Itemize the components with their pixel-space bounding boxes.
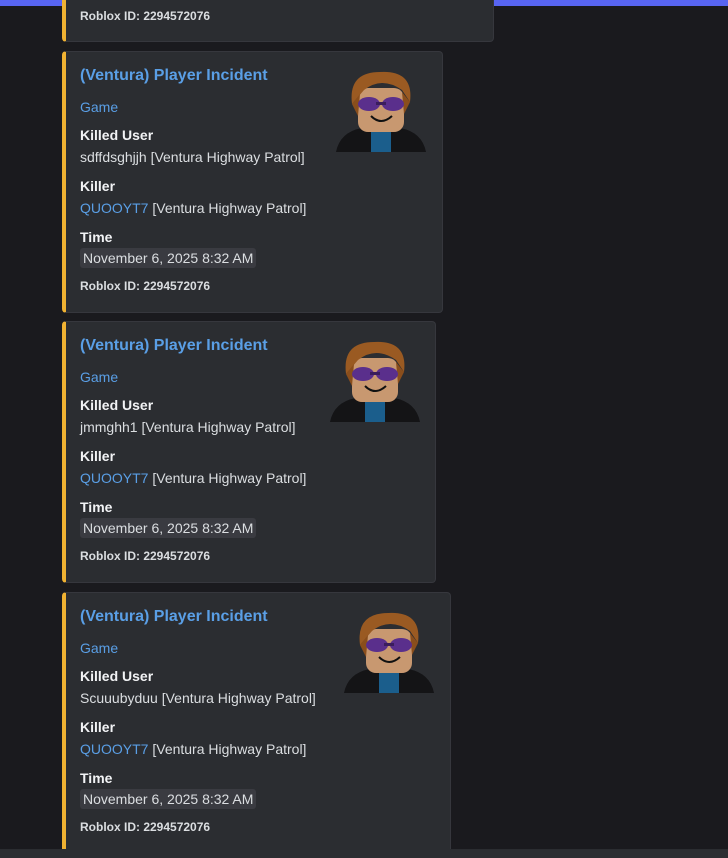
field-value-killed-user: Scuuubyduu [Ventura Highway Patrol] [80,690,316,706]
field-value-killed-user: sdffdsghjjh [Ventura Highway Patrol] [80,149,305,165]
field-value-killer: QUOOYT7 [Ventura Highway Patrol] [80,740,306,758]
chat-view: Roblox ID: 2294572076 (Ventura) Player I… [0,0,728,858]
field-name-killer: Killer [80,448,116,464]
field-value-time: November 6, 2025 8:32 AM [80,248,257,268]
killer-team: [Ventura Highway Patrol] [148,200,307,216]
field-name-time: Time [80,499,113,515]
embed-card-partial: Roblox ID: 2294572076 [62,0,494,42]
killer-team: [Ventura Highway Patrol] [148,741,307,757]
roblox-avatar-icon[interactable] [330,338,420,422]
field-name-killed-user: Killed User [80,397,154,413]
embed-card: (Ventura) Player Incident Game Killed Us… [62,321,436,583]
field-value-time: November 6, 2025 8:32 AM [80,518,257,538]
embed-card: (Ventura) Player Incident Game Killed Us… [62,51,443,313]
killer-name-link[interactable]: QUOOYT7 [80,741,148,757]
killer-name-link[interactable]: QUOOYT7 [80,200,148,216]
embed-title-link[interactable]: (Ventura) Player Incident [80,607,268,627]
field-name-killer: Killer [80,178,116,194]
embed-footer: Roblox ID: 2294572076 [80,279,211,293]
embed-title-link[interactable]: (Ventura) Player Incident [80,66,268,86]
field-name-time: Time [80,770,113,786]
timestamp[interactable]: November 6, 2025 8:32 AM [80,789,257,809]
embed-author-link[interactable]: Game [80,368,118,386]
roblox-avatar-icon[interactable] [344,609,434,693]
field-value-killer: QUOOYT7 [Ventura Highway Patrol] [80,469,306,487]
timestamp[interactable]: November 6, 2025 8:32 AM [80,248,257,268]
embed-title-link[interactable]: (Ventura) Player Incident [80,336,268,356]
field-value-time: November 6, 2025 8:32 AM [80,789,257,809]
roblox-avatar-icon[interactable] [336,68,426,152]
field-value-killer: QUOOYT7 [Ventura Highway Patrol] [80,199,306,217]
embed-footer: Roblox ID: 2294572076 [80,9,211,23]
embed-card: (Ventura) Player Incident Game Killed Us… [62,592,451,854]
embed-author-link[interactable]: Game [80,98,118,116]
killer-team: [Ventura Highway Patrol] [148,470,307,486]
timestamp[interactable]: November 6, 2025 8:32 AM [80,518,257,538]
field-name-killed-user: Killed User [80,127,154,143]
embed-author-link[interactable]: Game [80,639,118,657]
killer-name-link[interactable]: QUOOYT7 [80,470,148,486]
embed-footer: Roblox ID: 2294572076 [80,820,211,834]
field-name-killer: Killer [80,719,116,735]
composer-edge [0,849,728,858]
field-name-killed-user: Killed User [80,668,154,684]
field-value-killed-user: jmmghh1 [Ventura Highway Patrol] [80,419,296,435]
embed-footer: Roblox ID: 2294572076 [80,549,211,563]
field-name-time: Time [80,229,113,245]
